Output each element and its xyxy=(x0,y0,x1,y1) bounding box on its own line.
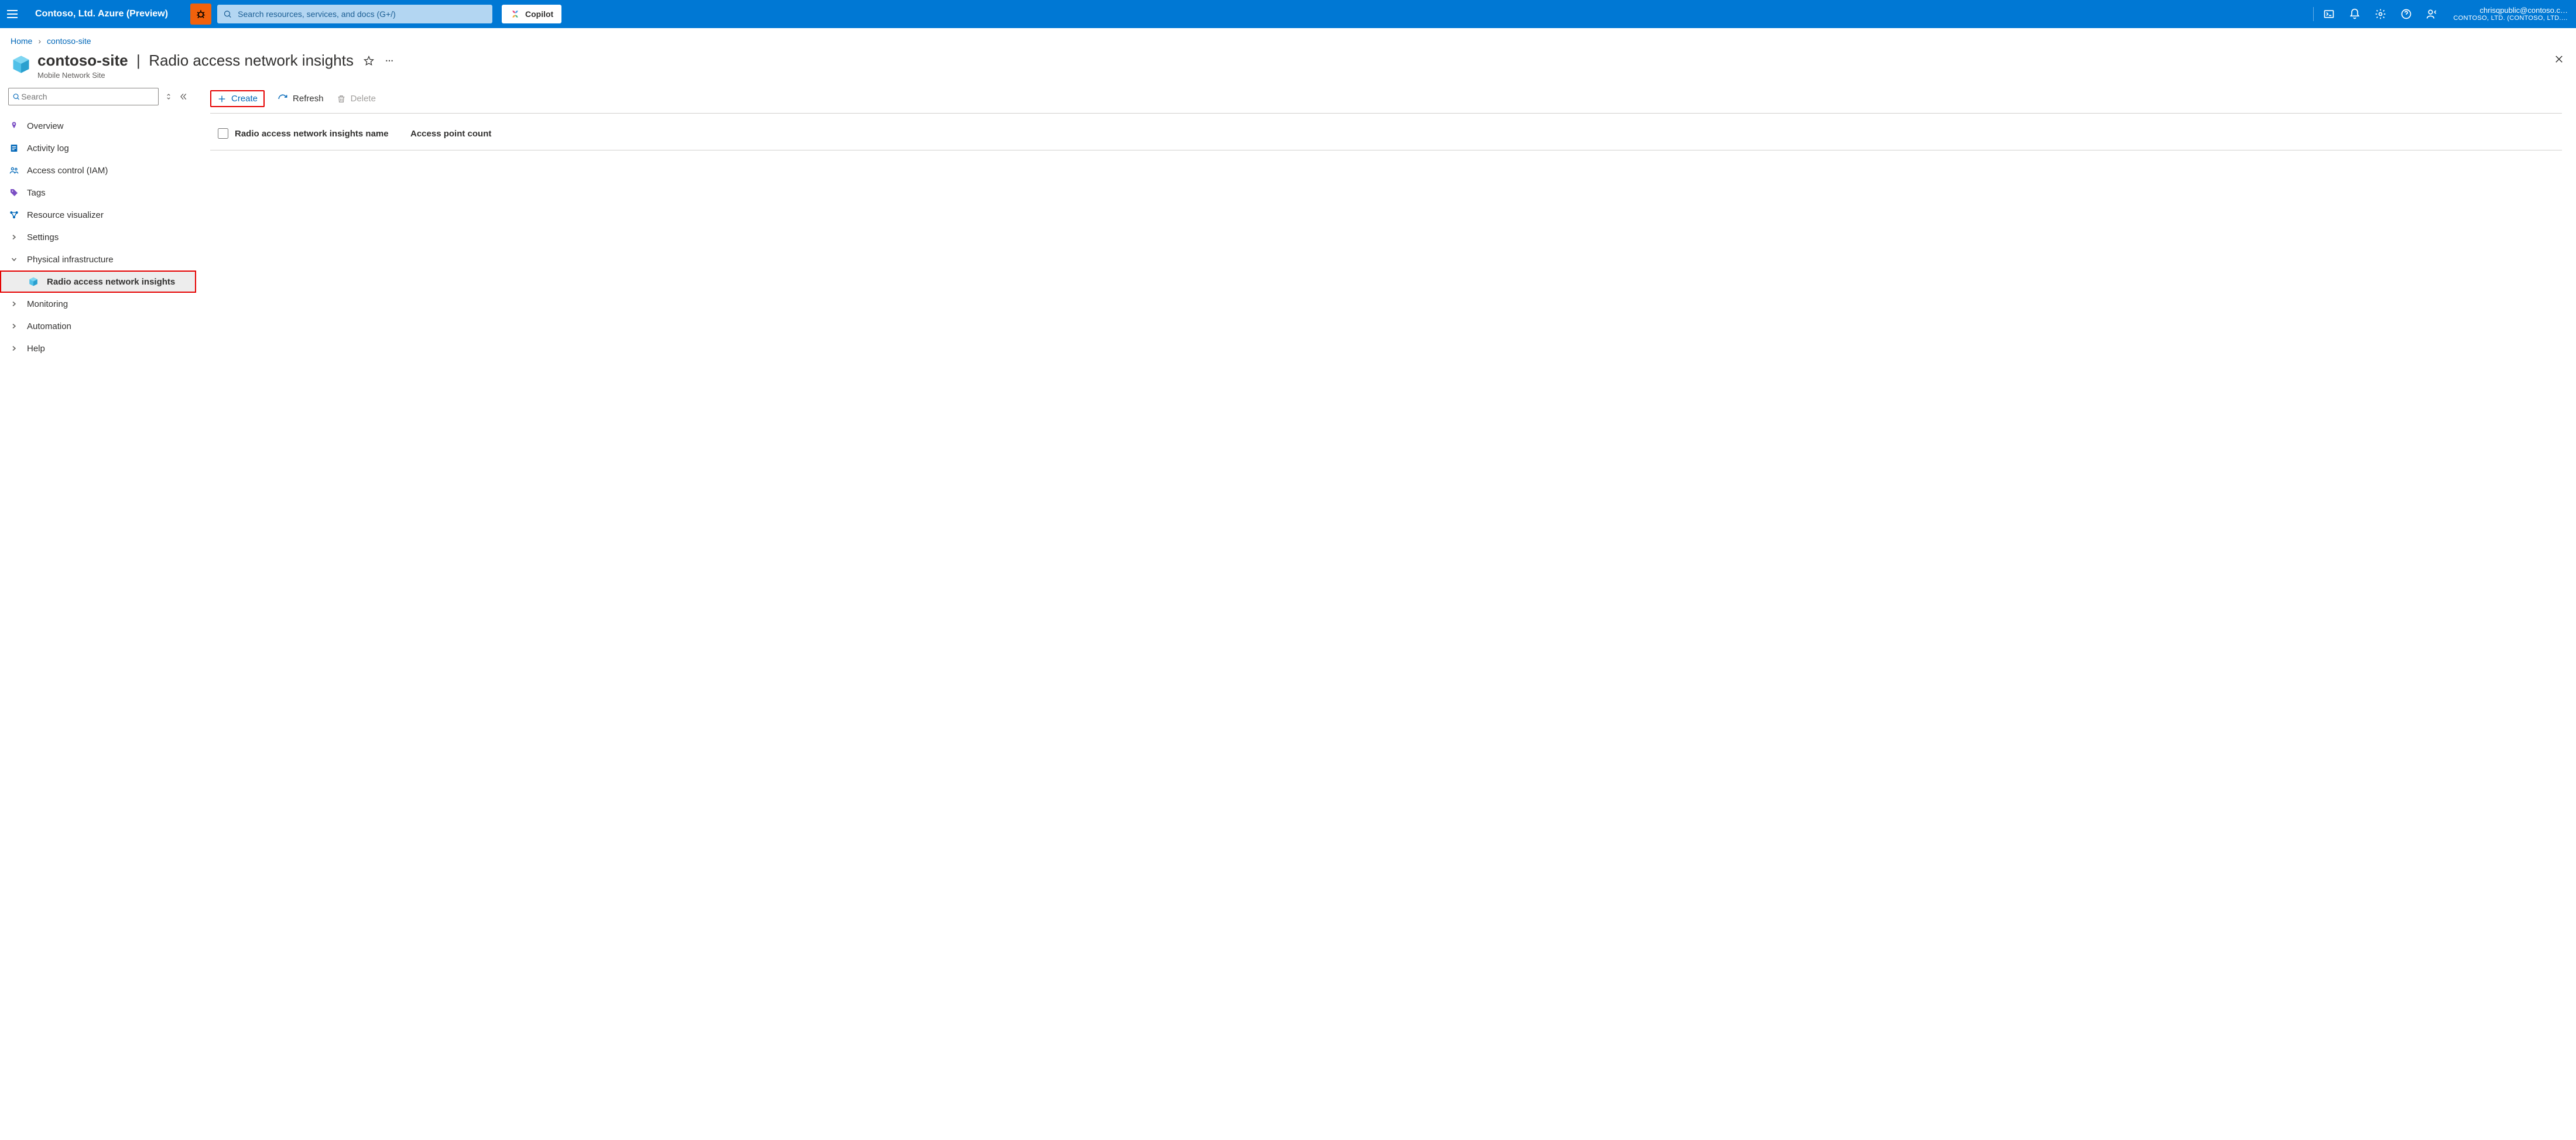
graph-icon xyxy=(8,210,20,220)
sidebar-item-label: Tags xyxy=(27,188,46,198)
breadcrumb-home[interactable]: Home xyxy=(11,36,32,46)
top-app-bar: Contoso, Ltd. Azure (Preview) Copilot ch… xyxy=(0,0,2576,28)
sidebar-item-automation[interactable]: Automation xyxy=(0,315,196,337)
pin-icon xyxy=(8,121,20,131)
cube-icon xyxy=(27,276,40,287)
sidebar-item-label: Settings xyxy=(27,232,59,242)
refresh-button[interactable]: Refresh xyxy=(278,94,324,104)
tenant-title[interactable]: Contoso, Ltd. Azure (Preview) xyxy=(35,9,168,19)
column-count[interactable]: Access point count xyxy=(410,129,491,139)
delete-label: Delete xyxy=(351,94,376,104)
resource-cube-icon xyxy=(11,54,32,75)
menu-search-input[interactable] xyxy=(20,91,155,102)
global-search-input[interactable] xyxy=(237,9,487,19)
copilot-button[interactable]: Copilot xyxy=(502,5,561,23)
sidebar-item-overview[interactable]: Overview xyxy=(0,115,196,137)
sidebar-item-label: Resource visualizer xyxy=(27,210,104,220)
menu-collapse-button[interactable] xyxy=(179,92,188,101)
trash-icon xyxy=(337,94,346,104)
chevron-icon xyxy=(8,323,20,330)
command-bar: Create Refresh Delete xyxy=(210,88,2562,114)
table-header: Radio access network insights name Acces… xyxy=(210,114,2562,150)
bug-icon xyxy=(195,8,207,20)
chevron-icon xyxy=(8,234,20,241)
breadcrumb-site[interactable]: contoso-site xyxy=(47,36,91,46)
sidebar-item-help[interactable]: Help xyxy=(0,337,196,360)
plus-icon xyxy=(217,94,227,104)
chevron-right-icon: › xyxy=(38,36,41,46)
column-name[interactable]: Radio access network insights name xyxy=(235,129,410,139)
feedback-icon xyxy=(2426,8,2438,20)
account-menu[interactable]: chrisqpublic@contoso.c… CONTOSO, LTD. (C… xyxy=(2445,6,2576,23)
sidebar-item-label: Physical infrastructure xyxy=(27,255,114,265)
sidebar-item-label: Monitoring xyxy=(27,299,68,309)
menu-search[interactable] xyxy=(8,88,159,105)
chevron-down-icon xyxy=(8,256,20,263)
create-label: Create xyxy=(231,94,258,104)
global-search[interactable] xyxy=(217,5,492,23)
close-blade-button[interactable] xyxy=(2554,54,2564,66)
search-icon xyxy=(223,9,232,19)
close-icon xyxy=(2554,54,2564,64)
sidebar-item-label: Activity log xyxy=(27,143,69,153)
log-icon xyxy=(8,143,20,153)
page-header: contoso-site | Radio access network insi… xyxy=(0,49,2576,84)
resource-menu: Overview Activity log Access control (IAM)… xyxy=(0,84,196,371)
copilot-icon xyxy=(510,9,520,19)
sidebar-item-label: Overview xyxy=(27,121,64,131)
chevron-icon xyxy=(8,300,20,307)
account-email: chrisqpublic@contoso.c… xyxy=(2453,6,2568,15)
cloud-shell-icon xyxy=(2323,8,2335,20)
refresh-icon xyxy=(278,94,288,104)
sidebar-item-label: Access control (IAM) xyxy=(27,166,108,176)
more-actions-icon[interactable]: ⋯ xyxy=(385,56,395,66)
sidebar-item-activity-log[interactable]: Activity log xyxy=(0,137,196,159)
menu-icon[interactable] xyxy=(7,10,25,18)
page-title: contoso-site | Radio access network insi… xyxy=(37,52,354,70)
create-button[interactable]: Create xyxy=(210,90,265,107)
account-org: CONTOSO, LTD. (CONTOSO, LTD.… xyxy=(2453,15,2568,22)
content-pane: Create Refresh Delete Radio access netwo… xyxy=(196,84,2576,162)
help-icon xyxy=(2400,8,2412,20)
chevron-icon xyxy=(8,345,20,352)
sidebar-item-label: Automation xyxy=(27,321,71,331)
copilot-label: Copilot xyxy=(525,9,553,19)
help-button[interactable] xyxy=(2393,0,2419,28)
sidebar-item-tags[interactable]: Tags xyxy=(0,182,196,204)
sidebar-item-label: Radio access network insights xyxy=(47,277,175,287)
select-all-checkbox[interactable] xyxy=(218,128,228,139)
report-bug-button[interactable] xyxy=(190,4,211,25)
delete-button: Delete xyxy=(337,94,376,104)
favorite-star-icon[interactable] xyxy=(363,55,375,67)
settings-button[interactable] xyxy=(2368,0,2393,28)
notifications-button[interactable] xyxy=(2342,0,2368,28)
divider xyxy=(2313,7,2314,21)
feedback-button[interactable] xyxy=(2419,0,2445,28)
sidebar-item-radio-access-network-insights[interactable]: Radio access network insights xyxy=(0,271,196,293)
sidebar-item-access-control-iam[interactable]: Access control (IAM) xyxy=(0,159,196,182)
people-icon xyxy=(8,166,20,175)
sidebar-item-label: Help xyxy=(27,344,45,354)
chevron-double-left-icon xyxy=(179,92,188,101)
sidebar-item-monitoring[interactable]: Monitoring xyxy=(0,293,196,315)
cloud-shell-button[interactable] xyxy=(2316,0,2342,28)
page-subtitle: Mobile Network Site xyxy=(37,71,395,80)
sidebar-item-settings[interactable]: Settings xyxy=(0,226,196,248)
sidebar-item-resource-visualizer[interactable]: Resource visualizer xyxy=(0,204,196,226)
tag-icon xyxy=(8,188,20,197)
sidebar-item-physical-infrastructure[interactable]: Physical infrastructure xyxy=(0,248,196,271)
bell-icon xyxy=(2349,8,2361,20)
breadcrumb: Home › contoso-site xyxy=(0,28,2576,49)
sort-icon xyxy=(165,91,173,102)
menu-sort-button[interactable] xyxy=(165,91,173,102)
refresh-label: Refresh xyxy=(293,94,324,104)
gear-icon xyxy=(2375,8,2386,20)
search-icon xyxy=(12,93,20,101)
